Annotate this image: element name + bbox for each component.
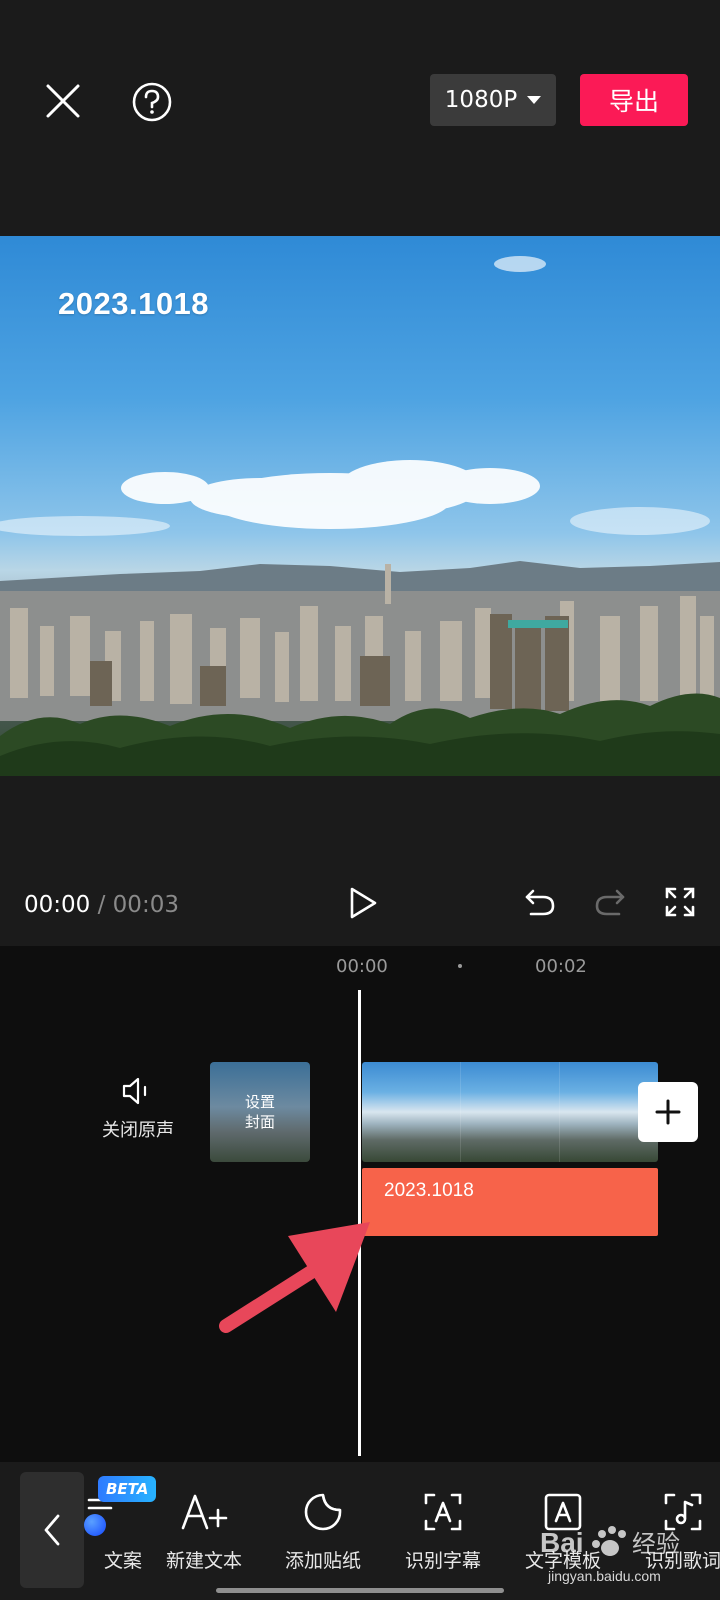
chevron-down-icon (527, 96, 542, 104)
tool-add-sticker[interactable]: 添加贴纸 (268, 1488, 378, 1573)
mute-original-audio-button[interactable]: 关闭原声 (90, 1076, 186, 1146)
text-clip[interactable]: 2023.1018 (362, 1168, 658, 1236)
text-clip-label: 2023.1018 (384, 1180, 474, 1201)
annotation-arrow (219, 1222, 370, 1333)
new-text-icon (179, 1488, 229, 1536)
undo-icon[interactable] (522, 884, 558, 920)
ruler-tick (458, 964, 462, 968)
total-time: 00:03 (112, 892, 179, 918)
set-cover-button[interactable]: 设置 封面 (210, 1062, 310, 1162)
clip-frame (461, 1062, 560, 1162)
tool-label: 文案 (103, 1550, 142, 1572)
sticker-icon (298, 1488, 348, 1536)
speaker-icon (122, 1077, 147, 1105)
chevron-left-icon (44, 1514, 60, 1546)
play-icon[interactable] (342, 882, 384, 924)
top-bar: 1080P 导出 (0, 0, 720, 236)
help-icon[interactable] (130, 80, 174, 124)
playback-controls: 00:00 / 00:03 (0, 776, 720, 946)
watermark-url: jingyan.baidu.com (548, 1568, 661, 1584)
tool-new-text[interactable]: 新建文本 (149, 1488, 259, 1573)
time-separator: / (97, 892, 106, 918)
timeline[interactable]: 00:00 00:02 关闭原声 设置 封面 2023.1018 (0, 946, 720, 1462)
plus-icon (655, 1099, 681, 1125)
svg-text:Bai: Bai (540, 1527, 584, 1558)
mute-label: 关闭原声 (102, 1120, 174, 1141)
export-button[interactable]: 导出 (580, 74, 688, 126)
back-button[interactable] (20, 1472, 84, 1588)
time-display: 00:00 / 00:03 (24, 892, 179, 918)
ruler-label: 00:00 (336, 956, 388, 977)
resolution-value: 1080P (444, 87, 518, 113)
svg-text:经验: 经验 (632, 1530, 680, 1558)
close-icon[interactable] (40, 78, 86, 124)
recognize-subtitles-icon (418, 1488, 468, 1536)
video-preview[interactable]: 2023.1018 (0, 236, 720, 776)
cover-label: 设置 封面 (244, 1093, 275, 1131)
new-indicator-dot (84, 1514, 106, 1536)
resolution-select[interactable]: 1080P (430, 74, 556, 126)
fullscreen-icon[interactable] (662, 884, 698, 920)
home-indicator[interactable] (216, 1588, 504, 1593)
beta-badge: BETA (98, 1476, 157, 1502)
baidu-jingyan-watermark: Bai 经验 (540, 1520, 680, 1568)
tool-recognize-subtitles[interactable]: 识别字幕 (388, 1488, 498, 1573)
video-clip[interactable] (362, 1062, 658, 1162)
tool-label: 新建文本 (165, 1550, 242, 1572)
add-clip-button[interactable] (638, 1082, 698, 1142)
ruler-label: 00:02 (535, 956, 587, 977)
clip-frame (362, 1062, 461, 1162)
current-time: 00:00 (24, 892, 91, 918)
preview-text-overlay[interactable]: 2023.1018 (58, 286, 209, 322)
tool-label: 识别字幕 (404, 1550, 481, 1572)
tool-label: 添加贴纸 (284, 1550, 361, 1572)
redo-icon[interactable] (592, 884, 628, 920)
